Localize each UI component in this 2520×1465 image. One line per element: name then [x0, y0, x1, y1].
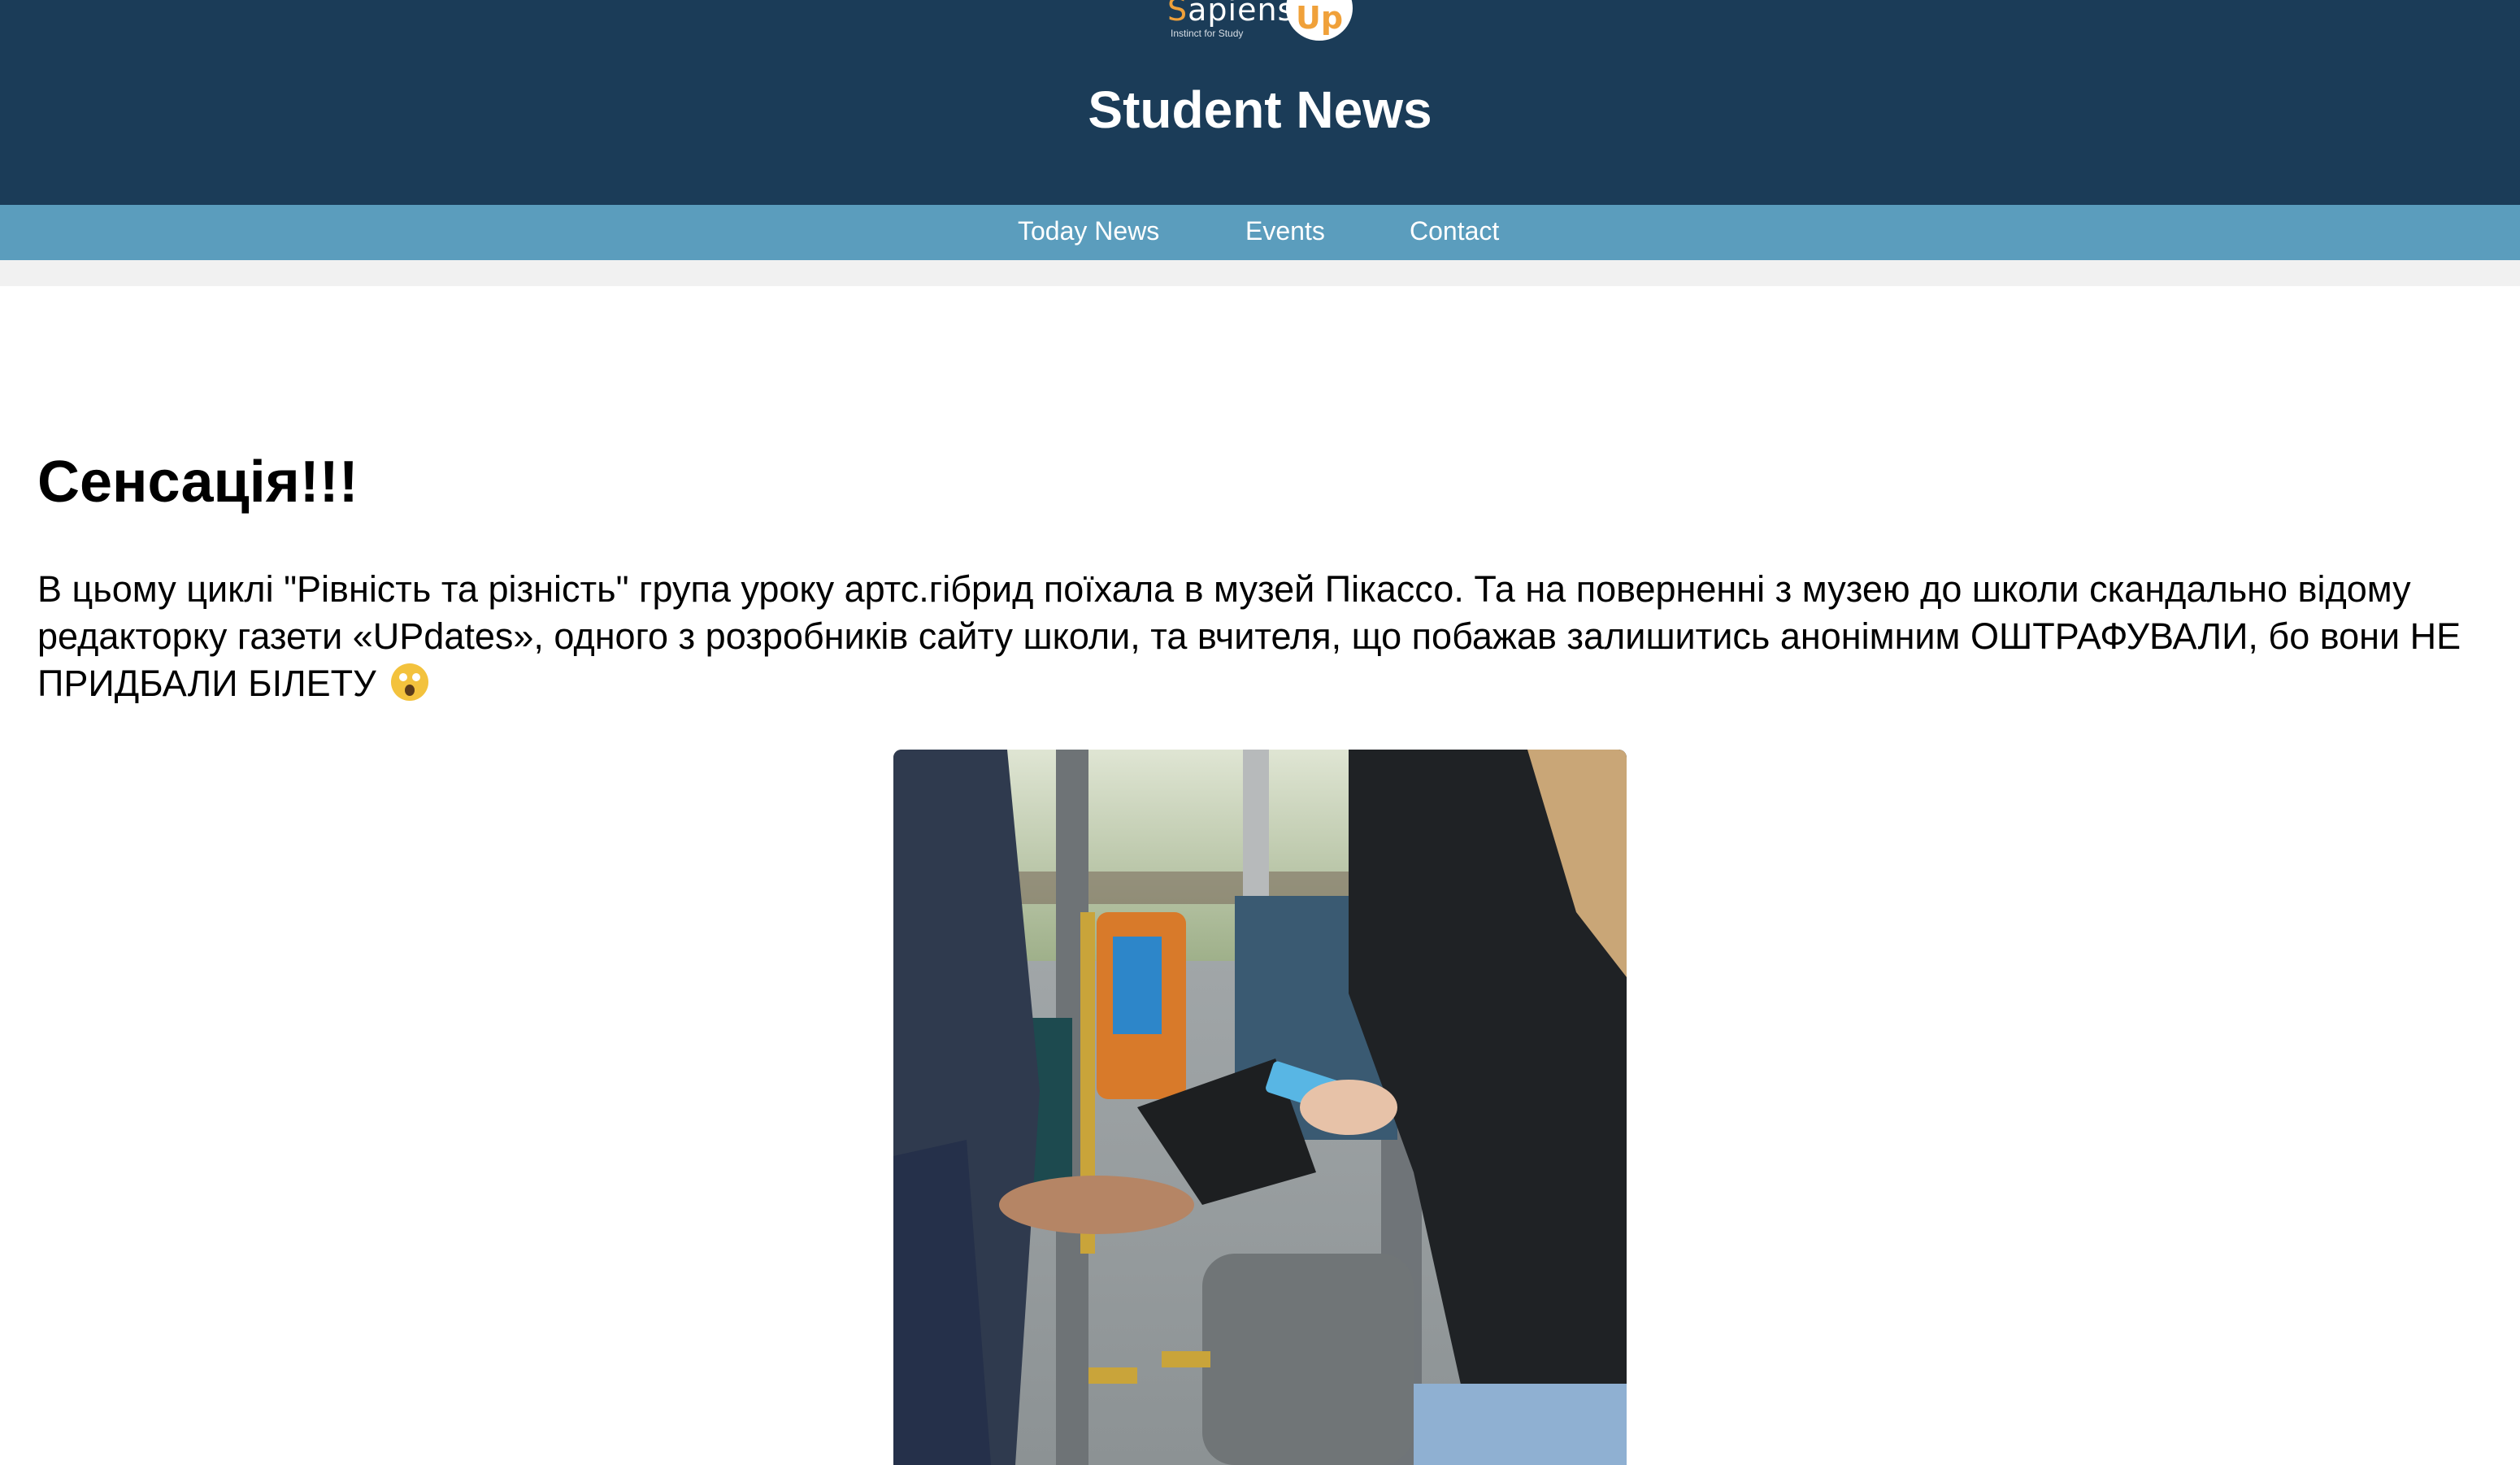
logo-name-rest: apiens [1188, 0, 1295, 28]
article-title: Сенсація!!! [37, 450, 358, 515]
logo-first-letter: S [1167, 0, 1188, 28]
sapiens-up-logo[interactable]: Sapiens Instinct for Study Up [1167, 0, 1353, 46]
article-photo [893, 750, 1627, 1465]
logo-badge-text: Up [1295, 0, 1344, 36]
logo-tagline: Instinct for Study [1171, 28, 1244, 39]
site-header: Sapiens Instinct for Study Up Student Ne… [0, 0, 2520, 205]
main-nav: Today News Events Contact [0, 205, 2520, 260]
photo-illustration [893, 750, 1627, 1465]
nav-item-events[interactable]: Events [1245, 216, 1325, 246]
divider-band [0, 260, 2520, 286]
nav-item-today-news[interactable]: Today News [1018, 216, 1159, 246]
article-body: В цьому циклі "Рівність та різність" гру… [37, 566, 2484, 707]
screaming-face-emoji-icon [391, 663, 429, 701]
nav-item-contact[interactable]: Contact [1410, 216, 1499, 246]
site-title: Student News [1088, 80, 1432, 139]
logo-badge: Up [1286, 0, 1353, 41]
logo-wordmark: Sapiens [1167, 0, 1294, 28]
